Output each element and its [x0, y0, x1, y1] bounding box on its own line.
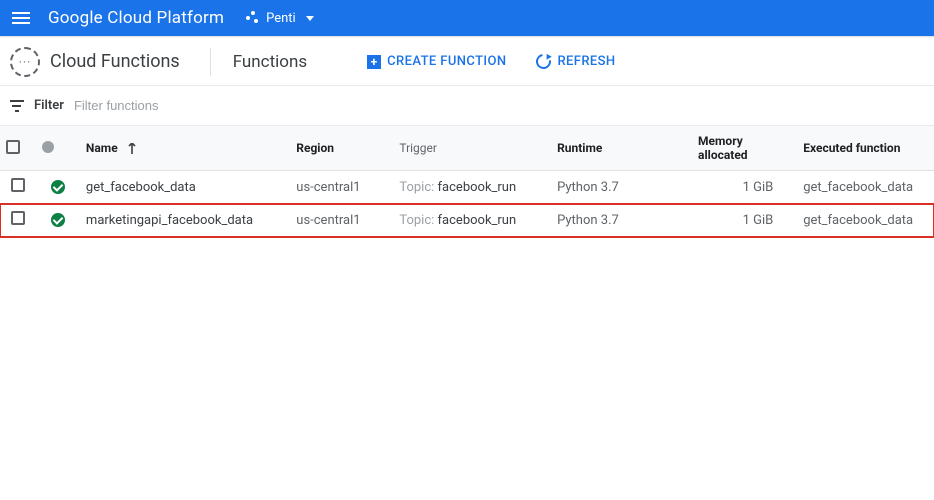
select-all-checkbox[interactable] — [6, 140, 20, 154]
refresh-label: REFRESH — [557, 54, 615, 69]
row-checkbox[interactable] — [11, 178, 25, 192]
project-picker[interactable]: Penti — [246, 11, 314, 26]
sort-asc-icon — [127, 141, 137, 155]
cell-executed: get_facebook_data — [797, 204, 934, 237]
brand-title: Google Cloud Platform — [48, 8, 224, 28]
refresh-button[interactable]: REFRESH — [536, 54, 615, 69]
project-name: Penti — [266, 11, 296, 26]
cell-name: marketingapi_facebook_data — [80, 204, 290, 237]
row-checkbox[interactable] — [11, 211, 25, 225]
title-bar: ··· Cloud Functions Functions + CREATE F… — [0, 38, 934, 86]
col-memory[interactable]: Memory allocated — [692, 126, 797, 171]
create-function-label: CREATE FUNCTION — [387, 54, 506, 69]
create-function-button[interactable]: + CREATE FUNCTION — [367, 54, 506, 69]
status-header-icon — [42, 141, 54, 153]
table-row[interactable]: marketingapi_facebook_dataus-central1Top… — [0, 204, 934, 237]
col-runtime[interactable]: Runtime — [551, 126, 692, 171]
status-ok-icon — [51, 180, 65, 194]
cloud-functions-icon: ··· — [10, 47, 40, 77]
top-bar: Google Cloud Platform Penti — [0, 0, 934, 36]
col-name[interactable]: Name — [80, 126, 290, 171]
cell-trigger: Topic: facebook_run — [393, 171, 551, 204]
chevron-down-icon — [306, 16, 314, 21]
menu-icon[interactable] — [12, 8, 32, 28]
filter-label: Filter — [34, 98, 64, 113]
col-trigger[interactable]: Trigger — [393, 126, 551, 171]
filter-bar: Filter — [0, 86, 934, 126]
cell-runtime: Python 3.7 — [551, 204, 692, 237]
divider — [210, 48, 211, 76]
col-executed[interactable]: Executed function — [797, 126, 934, 171]
project-icon — [246, 11, 260, 25]
cell-runtime: Python 3.7 — [551, 171, 692, 204]
cell-region: us-central1 — [290, 204, 393, 237]
plus-icon: + — [367, 55, 381, 69]
cell-name: get_facebook_data — [80, 171, 290, 204]
filter-input[interactable] — [74, 98, 924, 113]
status-ok-icon — [51, 213, 65, 227]
functions-table: Name Region Trigger Runtime Memory alloc… — [0, 126, 934, 237]
table-row[interactable]: get_facebook_dataus-central1Topic: faceb… — [0, 171, 934, 204]
refresh-icon — [534, 51, 555, 72]
cell-executed: get_facebook_data — [797, 171, 934, 204]
page-title: Cloud Functions — [50, 51, 180, 72]
cell-region: us-central1 — [290, 171, 393, 204]
cell-trigger: Topic: facebook_run — [393, 204, 551, 237]
cell-memory: 1 GiB — [692, 204, 797, 237]
col-region[interactable]: Region — [290, 126, 393, 171]
table-header-row: Name Region Trigger Runtime Memory alloc… — [0, 126, 934, 171]
filter-icon[interactable] — [10, 100, 24, 112]
sub-title: Functions — [233, 52, 307, 72]
cell-memory: 1 GiB — [692, 171, 797, 204]
